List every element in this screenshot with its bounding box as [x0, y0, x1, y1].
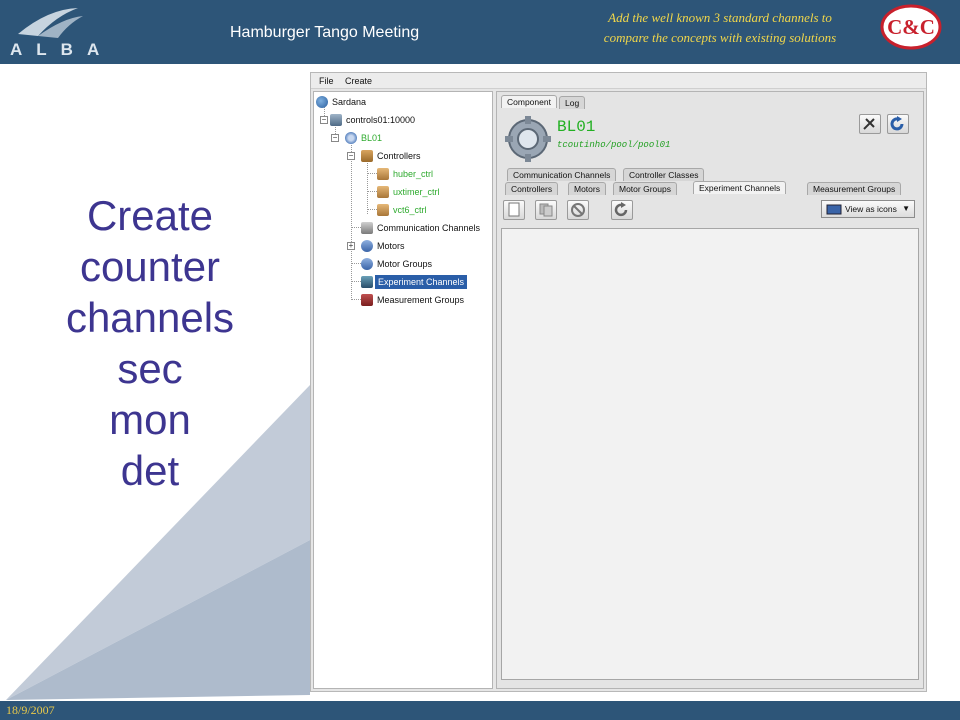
menu-create[interactable]: Create — [345, 76, 372, 86]
callout-line-3: channels — [65, 294, 235, 341]
experiment-channels-icon — [361, 276, 373, 288]
tab-component[interactable]: Component — [501, 95, 557, 108]
tree-label-sardana: Sardana — [332, 97, 367, 107]
slide-date: 18/9/2007 — [6, 703, 55, 717]
collapse-toggle-icon[interactable]: − — [347, 152, 355, 160]
view-mode-label: View as icons — [845, 204, 897, 214]
slide-footer: 18/9/2007 — [0, 701, 960, 720]
computer-icon — [330, 114, 342, 126]
meeting-title: Hamburger Tango Meeting — [230, 24, 420, 41]
settings-button[interactable] — [859, 114, 881, 134]
tree-line — [367, 173, 377, 174]
tree-label-experiment-channels: Experiment Channels — [375, 275, 468, 289]
alba-wordmark: ALBA — [10, 40, 114, 59]
slide-note: Add the well known 3 standard channels t… — [575, 8, 865, 48]
callout-line-2: counter — [79, 243, 221, 290]
pool-gear-icon — [505, 116, 551, 162]
tree-label-controllers: Controllers — [377, 151, 421, 161]
view-mode-select[interactable]: View as icons ▼ — [821, 200, 915, 218]
callout-line-1: Create — [86, 192, 214, 239]
motor-group-icon — [361, 258, 373, 270]
tree-label-motors: Motors — [377, 241, 405, 251]
copy-icon — [539, 203, 553, 217]
tree-line — [351, 142, 352, 298]
globe-icon — [316, 96, 328, 108]
tree-line — [351, 227, 361, 228]
tab-log[interactable]: Log — [559, 96, 586, 109]
chevron-down-icon: ▼ — [902, 204, 910, 213]
monitor-icon — [826, 204, 842, 215]
tree-panel: Sardana − controls01:10000 − BL01 − Cont… — [313, 91, 493, 689]
callout-text: Create counter channels sec mon det — [40, 190, 260, 496]
collapse-toggle-icon[interactable]: − — [320, 116, 328, 124]
tree-label-controller: huber_ctrl — [393, 169, 434, 179]
tab-controllers[interactable]: Controllers — [505, 182, 559, 195]
pool-name: BL01 — [557, 118, 596, 136]
sardana-app-window: File Create Sardana − controls01:10000 −… — [310, 72, 927, 692]
tree-label-server: controls01:10000 — [346, 115, 416, 125]
new-document-icon — [508, 202, 520, 217]
gear-icon — [345, 132, 357, 144]
expand-toggle-icon[interactable]: + — [347, 242, 355, 250]
cc-logo-text: C&C — [887, 15, 935, 39]
collapse-toggle-icon[interactable]: − — [331, 134, 339, 142]
tree-label-communication-channels: Communication Channels — [377, 223, 481, 233]
tree-label-motor-groups: Motor Groups — [377, 259, 433, 269]
menu-file[interactable]: File — [319, 76, 334, 86]
tree-line — [367, 191, 377, 192]
delete-icon — [571, 203, 585, 217]
slide-header: ALBA Hamburger Tango Meeting Add the wel… — [0, 0, 960, 64]
controller-icon — [377, 186, 389, 198]
measurement-groups-icon — [361, 294, 373, 306]
note-line-1: Add the well known 3 standard channels t… — [608, 10, 832, 25]
reload-button[interactable] — [611, 200, 633, 220]
tree-line — [351, 299, 361, 300]
tree-line — [367, 160, 368, 214]
callout-line-5: mon — [109, 396, 191, 443]
refresh-icon — [890, 116, 904, 131]
tree-line — [367, 209, 377, 210]
callout-line-6: det — [120, 447, 180, 494]
controllers-icon — [361, 150, 373, 162]
tab-controller-classes[interactable]: Controller Classes — [623, 168, 705, 181]
callout-line-4: sec — [117, 345, 183, 392]
experiment-channels-view[interactable] — [501, 228, 919, 680]
motor-icon — [361, 240, 373, 252]
note-line-2: compare the concepts with existing solut… — [603, 30, 837, 45]
tree-line — [351, 263, 361, 264]
delete-button[interactable] — [567, 200, 589, 220]
copy-button[interactable] — [535, 200, 557, 220]
component-panel: Component Log BL01 tcoutinho/pool/pool01… — [496, 91, 924, 689]
tree-label-measurement-groups: Measurement Groups — [377, 295, 465, 305]
tree-line — [351, 281, 361, 282]
refresh-button[interactable] — [887, 114, 909, 134]
cc-logo-icon: C&C — [880, 4, 942, 50]
new-button[interactable] — [503, 200, 525, 220]
tree-label-controller: vct6_ctrl — [393, 205, 427, 215]
tree-label-pool: BL01 — [361, 133, 383, 143]
controller-icon — [377, 168, 389, 180]
tab-motors[interactable]: Motors — [568, 182, 606, 195]
tab-experiment-channels[interactable]: Experiment Channels — [693, 181, 787, 194]
pool-path: tcoutinho/pool/pool01 — [557, 140, 671, 150]
tree-label-controller: uxtimer_ctrl — [393, 187, 440, 197]
cable-icon — [361, 222, 373, 234]
tab-motor-groups[interactable]: Motor Groups — [613, 182, 677, 195]
wrench-screwdriver-icon — [863, 118, 875, 130]
controller-icon — [377, 204, 389, 216]
tab-measurement-groups[interactable]: Measurement Groups — [807, 182, 902, 195]
reload-icon — [614, 202, 628, 217]
menu-bar: File Create — [311, 73, 926, 89]
tab-communication-channels[interactable]: Communication Channels — [507, 168, 617, 181]
